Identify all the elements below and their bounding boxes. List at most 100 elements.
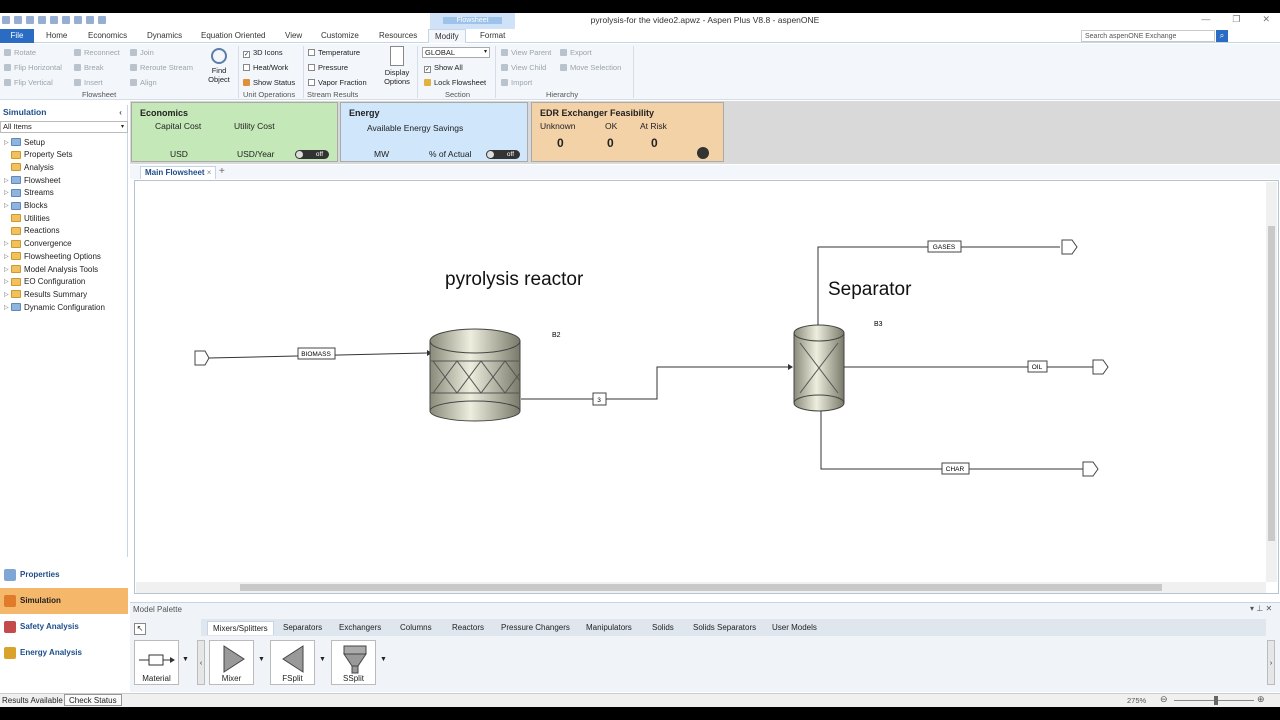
expand-icon[interactable]: ▷ bbox=[4, 278, 11, 285]
palette-tab[interactable]: Solids Separators bbox=[693, 621, 756, 635]
nav-safety-analysis[interactable]: Safety Analysis bbox=[0, 614, 128, 640]
tab-customize[interactable]: Customize bbox=[321, 29, 359, 43]
exchange-search-input[interactable]: Search aspenONE Exchange bbox=[1081, 30, 1215, 42]
palette-mixer[interactable]: Mixer bbox=[209, 640, 254, 685]
nav-filter-select[interactable]: All Items ▾ bbox=[0, 121, 128, 133]
nav-tree-item[interactable]: ▷ EO Configuration bbox=[4, 276, 85, 288]
tab-main-flowsheet[interactable]: Main Flowsheet × bbox=[140, 166, 217, 179]
nav-tree-item[interactable]: ▷ Model Analysis Tools bbox=[4, 263, 98, 275]
tab-equation-oriented[interactable]: Equation Oriented bbox=[201, 29, 266, 43]
nav-tree-item[interactable]: Utilities bbox=[4, 212, 50, 224]
heat-work-checkbox[interactable]: Heat/Work bbox=[243, 63, 288, 72]
nav-tree-item[interactable]: ▷ Convergence bbox=[4, 238, 72, 250]
reset-icon[interactable] bbox=[98, 16, 106, 24]
reconnect-button[interactable]: Reconnect bbox=[74, 48, 120, 57]
show-status-button[interactable]: Show Status bbox=[243, 78, 295, 87]
zoom-in-icon[interactable]: ⊕ bbox=[1257, 694, 1265, 705]
view-child-button[interactable]: View Child bbox=[501, 63, 546, 72]
palette-tab[interactable]: Solids bbox=[652, 621, 674, 635]
join-button[interactable]: Join bbox=[130, 48, 154, 57]
add-tab-icon[interactable]: + bbox=[219, 166, 225, 177]
energy-toggle[interactable]: off bbox=[486, 150, 520, 159]
align-button[interactable]: Align bbox=[130, 78, 157, 87]
tab-modify[interactable]: Modify bbox=[428, 29, 466, 43]
product-port-icon[interactable] bbox=[1061, 239, 1078, 255]
view-parent-button[interactable]: View Parent bbox=[501, 48, 551, 57]
nav-energy-analysis[interactable]: Energy Analysis bbox=[0, 640, 128, 666]
collapse-icon[interactable]: ‹ bbox=[119, 105, 122, 119]
palette-tab[interactable]: Columns bbox=[400, 621, 432, 635]
lock-flowsheet-button[interactable]: Lock Flowsheet bbox=[424, 78, 486, 87]
flowsheet-canvas[interactable]: pyrolysis reactor Separator BIOMASS B2 3… bbox=[134, 180, 1279, 594]
nav-simulation[interactable]: Simulation bbox=[0, 588, 128, 614]
chevron-down-icon[interactable]: ▼ bbox=[319, 656, 326, 663]
zoom-slider-thumb[interactable] bbox=[1214, 696, 1218, 705]
nav-tree-item[interactable]: ▷ Flowsheeting Options bbox=[4, 250, 101, 262]
import-button[interactable]: Import bbox=[501, 78, 532, 87]
nav-tree-item[interactable]: Property Sets bbox=[4, 149, 72, 161]
reactor-block-b2[interactable] bbox=[429, 328, 521, 422]
break-button[interactable]: Break bbox=[74, 63, 104, 72]
select-mode-icon[interactable]: ↖ bbox=[134, 623, 146, 635]
palette-tab[interactable]: Separators bbox=[283, 621, 322, 635]
vertical-scroll-thumb[interactable] bbox=[1268, 226, 1275, 541]
product-port-icon[interactable] bbox=[1092, 359, 1109, 375]
show-all-checkbox[interactable]: ✓ Show All bbox=[424, 63, 463, 73]
feed-port-icon[interactable] bbox=[194, 350, 210, 366]
check-status-button[interactable]: Check Status bbox=[64, 694, 122, 706]
tab-dynamics[interactable]: Dynamics bbox=[147, 29, 182, 43]
palette-ssplit[interactable]: SSplit bbox=[331, 640, 376, 685]
restore-icon[interactable]: ❐ bbox=[1232, 14, 1240, 25]
undo-icon[interactable] bbox=[38, 16, 46, 24]
palette-scroll-right[interactable]: › bbox=[1267, 640, 1275, 685]
zoom-out-icon[interactable]: ⊖ bbox=[1160, 694, 1168, 705]
palette-fsplit[interactable]: FSplit bbox=[270, 640, 315, 685]
tab-economics[interactable]: Economics bbox=[88, 29, 127, 43]
tab-file[interactable]: File bbox=[0, 29, 34, 43]
edr-panel[interactable]: EDR Exchanger Feasibility Unknown OK At … bbox=[531, 102, 724, 162]
find-object-button[interactable]: Find Object bbox=[205, 48, 233, 84]
economics-toggle[interactable]: off bbox=[295, 150, 329, 159]
flip-horizontal-button[interactable]: Flip Horizontal bbox=[4, 63, 62, 72]
refresh-icon[interactable] bbox=[14, 16, 22, 24]
palette-tab[interactable]: Exchangers bbox=[339, 621, 381, 635]
3d-icons-checkbox[interactable]: ✓ 3D Icons bbox=[243, 48, 283, 58]
minimize-icon[interactable]: — bbox=[1201, 14, 1210, 25]
move-selection-button[interactable]: Move Selection bbox=[560, 63, 621, 72]
chevron-down-icon[interactable]: ▼ bbox=[182, 656, 189, 663]
expand-icon[interactable]: ▷ bbox=[4, 240, 11, 247]
palette-tab[interactable]: Pressure Changers bbox=[501, 621, 570, 635]
expand-icon[interactable]: ▷ bbox=[4, 202, 11, 209]
nav-tree-item[interactable]: ▷ Blocks bbox=[4, 200, 48, 212]
edr-status-icon[interactable] bbox=[697, 147, 709, 159]
close-tab-icon[interactable]: × bbox=[207, 168, 212, 177]
pin-icon[interactable]: ⊥ bbox=[1256, 604, 1263, 613]
palette-tab[interactable]: User Models bbox=[772, 621, 817, 635]
energy-panel[interactable]: Energy Available Energy Savings MW % of … bbox=[340, 102, 528, 162]
tab-format[interactable]: Format bbox=[480, 29, 505, 43]
section-select[interactable]: GLOBAL ▾ bbox=[422, 47, 490, 58]
stream-3-line[interactable] bbox=[521, 366, 788, 400]
expand-icon[interactable]: ▷ bbox=[4, 266, 11, 273]
display-options-button[interactable]: Display Options bbox=[380, 46, 414, 86]
close-icon[interactable]: ✕ bbox=[1262, 14, 1270, 25]
pressure-checkbox[interactable]: Pressure bbox=[308, 63, 348, 72]
tab-view[interactable]: View bbox=[285, 29, 302, 43]
save-icon[interactable] bbox=[26, 16, 34, 24]
reroute-stream-button[interactable]: Reroute Stream bbox=[130, 63, 193, 72]
expand-icon[interactable]: ▷ bbox=[4, 253, 11, 260]
export-button[interactable]: Export bbox=[560, 48, 592, 57]
rotate-button[interactable]: Rotate bbox=[4, 48, 36, 57]
nav-tree-item[interactable]: ▷ Setup bbox=[4, 136, 45, 148]
nav-tree-item[interactable]: ▷ Streams bbox=[4, 187, 54, 199]
flip-vertical-button[interactable]: Flip Vertical bbox=[4, 78, 53, 87]
palette-tab[interactable]: Manipulators bbox=[586, 621, 632, 635]
expand-icon[interactable]: ▷ bbox=[4, 291, 11, 298]
run-icon[interactable] bbox=[74, 16, 82, 24]
nav-properties[interactable]: Properties bbox=[0, 562, 128, 588]
expand-icon[interactable]: ▷ bbox=[4, 139, 11, 146]
app-icon[interactable] bbox=[2, 16, 10, 24]
redo-icon[interactable] bbox=[50, 16, 58, 24]
nav-tree-item[interactable]: Analysis bbox=[4, 161, 54, 173]
nav-tree-item[interactable]: ▷ Results Summary bbox=[4, 288, 87, 300]
